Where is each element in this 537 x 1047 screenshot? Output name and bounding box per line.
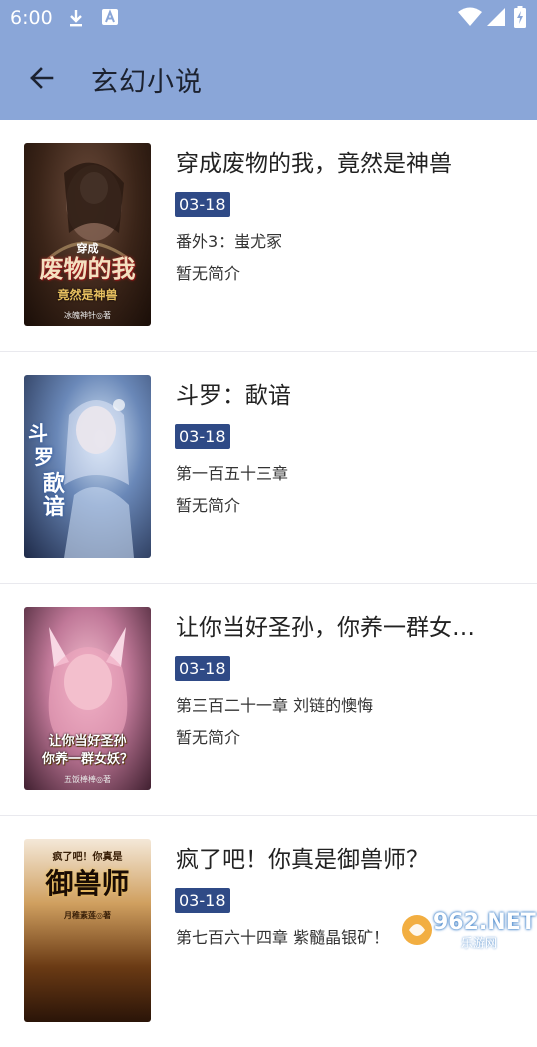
app-notification-icon — [101, 8, 119, 30]
book-cover: 疯了吧！你真是 御兽师 月稚素莲◎著 — [24, 839, 151, 1022]
book-title: 疯了吧！你真是御兽师？ — [176, 847, 429, 873]
cover-title-line: 御兽师 — [45, 867, 130, 900]
page-title: 玄幻小说 — [91, 67, 203, 98]
watermark-logo-icon — [402, 915, 432, 945]
cover-title-line: 让你当好圣孙 — [48, 734, 127, 749]
latest-chapter: 第三百二十一章 刘链的懊悔 — [176, 696, 374, 715]
book-intro: 暂无简介 — [176, 728, 241, 747]
cover-author: 月稚素莲◎著 — [64, 910, 111, 920]
status-time: 6:00 — [10, 7, 53, 29]
cover-title-line: 废物的我 — [39, 254, 136, 283]
date-badge: 03-18 — [175, 656, 230, 681]
cover-title-line: 疯了吧！你真是 — [52, 852, 123, 863]
watermark-subtext: 乐游网 — [461, 936, 498, 950]
book-cover: 斗 罗 歃谙 — [24, 375, 151, 558]
cover-author: 冰魄神针◎著 — [64, 311, 111, 320]
app-bar: 玄幻小说 — [0, 36, 537, 120]
date-badge: 03-18 — [175, 888, 230, 913]
book-list-item[interactable]: 斗 罗 歃谙 斗罗：歃谙 03-18 第一百五十三章 暂无简介 — [0, 352, 537, 584]
site-watermark: 962.NET 乐游网 — [399, 908, 536, 952]
battery-icon — [514, 6, 526, 32]
book-cover: 让你当好圣孙 你养一群女妖？ 五饭棒棒◎著 — [24, 607, 151, 790]
wifi-icon — [458, 7, 482, 31]
latest-chapter: 第一百五十三章 — [176, 464, 289, 483]
download-icon — [66, 8, 86, 32]
date-badge: 03-18 — [175, 192, 230, 217]
cover-title-line: 穿成 — [76, 242, 99, 255]
book-cover: 穿成 废物的我 竟然是神兽 冰魄神针◎著 — [24, 143, 151, 326]
book-title: 穿成废物的我，竟然是神兽 — [176, 151, 452, 177]
back-arrow-icon — [30, 67, 54, 89]
book-list-item[interactable]: 让你当好圣孙 你养一群女妖？ 五饭棒棒◎著 让你当好圣孙，你养一群女… 03-1… — [0, 584, 537, 816]
cover-title-line: 歃谙 — [42, 471, 65, 521]
cell-signal-icon — [486, 7, 506, 31]
watermark-text: 962.NET — [433, 910, 536, 935]
date-badge: 03-18 — [175, 424, 230, 449]
latest-chapter: 第七百六十四章 紫髓晶银矿！ — [176, 928, 390, 947]
book-intro: 暂无简介 — [176, 264, 241, 283]
cover-title-line: 你养一群女妖？ — [41, 752, 133, 767]
cover-author: 五饭棒棒◎著 — [64, 775, 111, 784]
book-title: 斗罗：歃谙 — [176, 383, 291, 409]
cover-title-line: 斗 — [28, 421, 48, 445]
latest-chapter: 番外3：蚩尤冢 — [176, 232, 283, 251]
cover-title-line: 竟然是神兽 — [57, 288, 118, 302]
status-bar: 6:00 — [0, 0, 537, 36]
back-button[interactable] — [22, 58, 62, 98]
book-title: 让你当好圣孙，你养一群女… — [176, 615, 475, 641]
book-intro: 暂无简介 — [176, 496, 241, 515]
book-list-item[interactable]: 穿成 废物的我 竟然是神兽 冰魄神针◎著 穿成废物的我，竟然是神兽 03-18 … — [0, 120, 537, 352]
cover-title-line: 罗 — [34, 445, 54, 469]
